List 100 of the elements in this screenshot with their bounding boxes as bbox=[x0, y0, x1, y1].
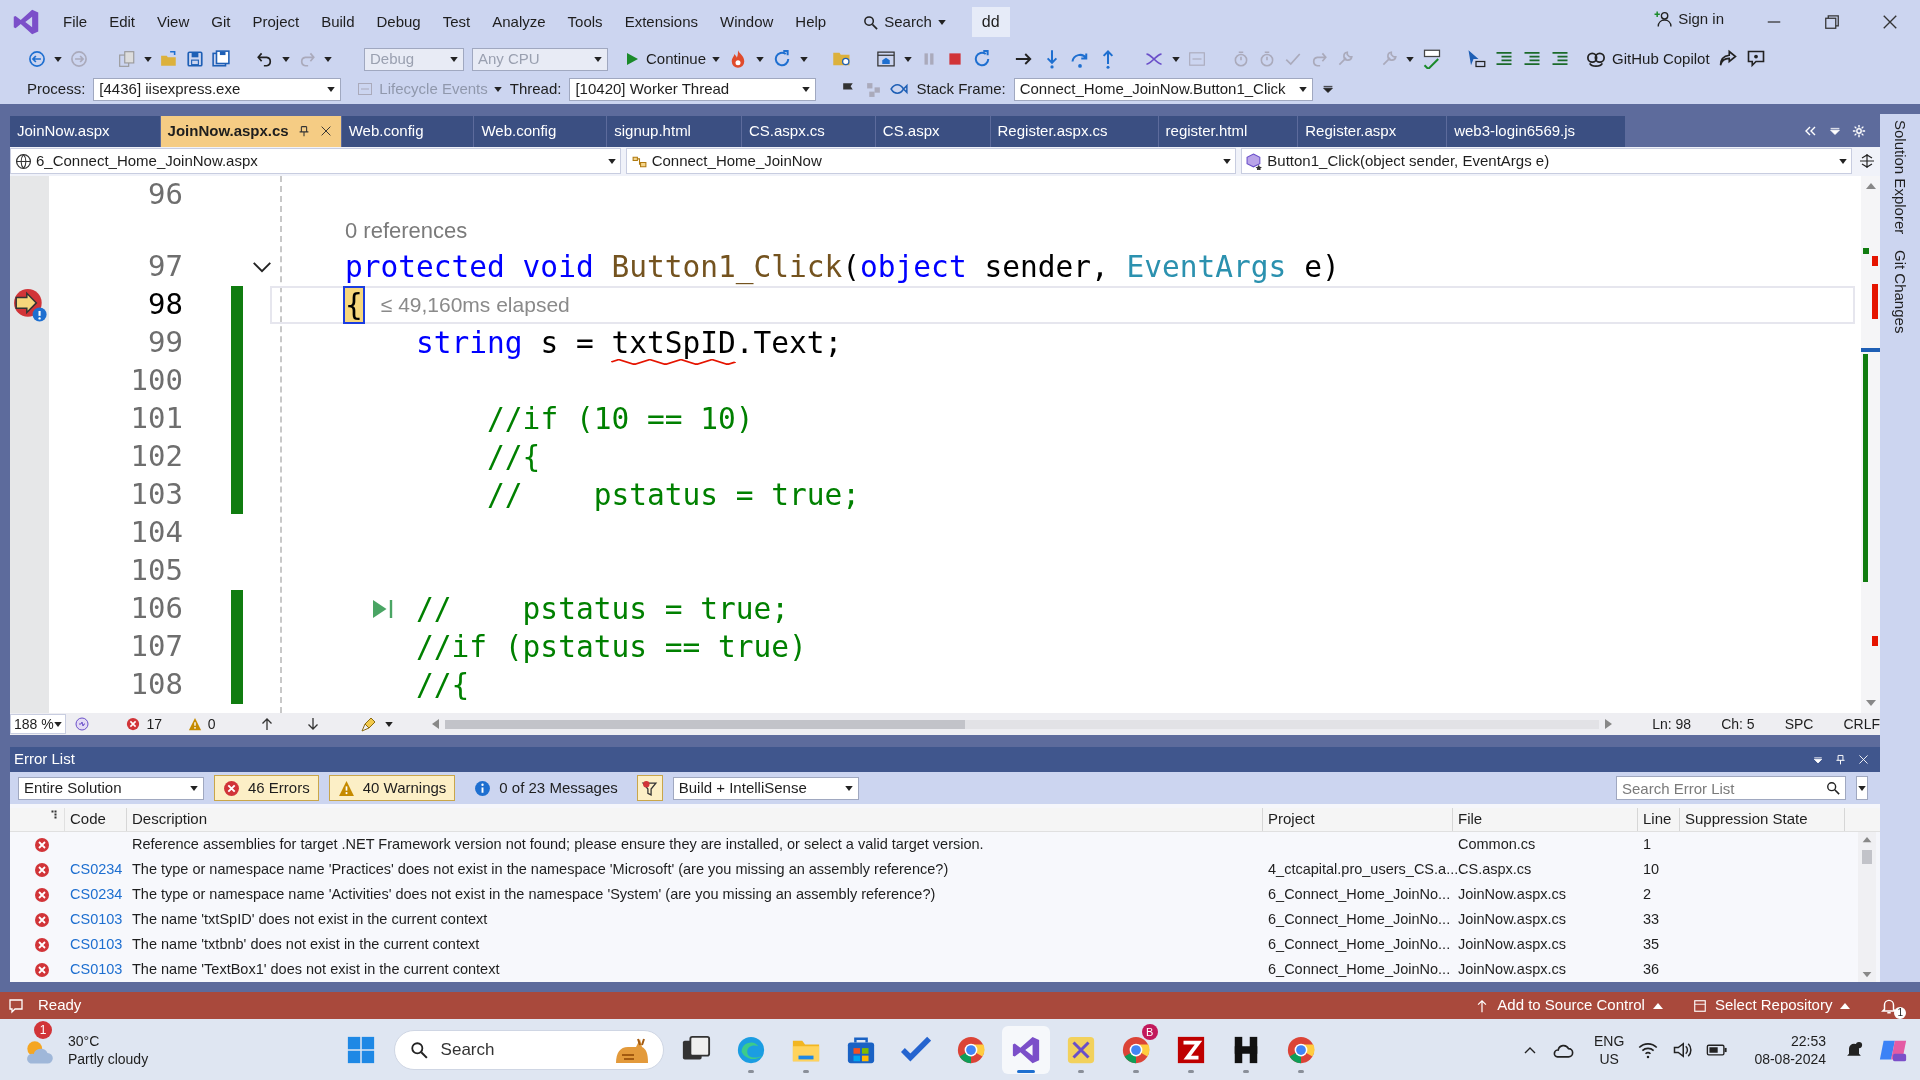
navigation-dropdown[interactable]: Connect_Home_JoinNow bbox=[625, 148, 1237, 175]
document-tab[interactable]: web3-login6569.js bbox=[1447, 115, 1626, 147]
menu-item[interactable]: View bbox=[146, 10, 201, 34]
column-indicator[interactable]: Ch: 5 bbox=[1721, 713, 1755, 735]
sign-in-button[interactable]: Sign in bbox=[1654, 7, 1724, 31]
close-icon[interactable] bbox=[1857, 753, 1870, 766]
thread-dropdown[interactable]: [10420] Worker Thread bbox=[569, 77, 817, 101]
codelens-link[interactable]: 0 references bbox=[345, 214, 468, 248]
menu-item[interactable]: Git bbox=[200, 10, 242, 34]
menu-item[interactable]: Debug bbox=[365, 10, 432, 34]
open-folder-icon[interactable] bbox=[160, 50, 178, 68]
caret-icon[interactable] bbox=[1172, 56, 1181, 62]
filter-toggle[interactable]: 40 Warnings bbox=[328, 775, 456, 801]
document-tab[interactable]: register.html bbox=[1158, 115, 1298, 147]
side-tab[interactable]: Solution Explorer bbox=[1888, 120, 1912, 235]
navigation-dropdown[interactable]: Button1_Click(object sender, EventArgs e) bbox=[1241, 148, 1852, 175]
error-code-link[interactable]: CS0103 bbox=[70, 910, 123, 927]
vertical-scrollbar[interactable] bbox=[1858, 832, 1876, 982]
repository-button[interactable]: Select Repository bbox=[1692, 994, 1851, 1017]
taskbar-search-field[interactable]: Search bbox=[393, 1029, 664, 1070]
menu-item[interactable]: Analyze bbox=[481, 10, 557, 34]
search-button[interactable]: Search bbox=[855, 8, 954, 36]
menu-item[interactable]: Build bbox=[310, 10, 366, 34]
restore-icon[interactable] bbox=[1822, 12, 1842, 32]
column-options-icon[interactable] bbox=[50, 810, 58, 819]
error-code-link[interactable]: CS0103 bbox=[70, 960, 123, 977]
document-tab[interactable]: CS.aspx bbox=[875, 115, 990, 147]
source-dropdown[interactable]: Build + IntelliSense bbox=[672, 776, 859, 800]
document-tab[interactable]: CS.aspx.cs bbox=[741, 115, 875, 147]
brush-icon[interactable] bbox=[360, 716, 377, 733]
scroll-up-icon[interactable] bbox=[1862, 836, 1872, 843]
caret-icon[interactable] bbox=[144, 56, 152, 62]
column-header[interactable]: Description bbox=[132, 808, 208, 831]
caret-icon[interactable] bbox=[324, 56, 332, 62]
document-tab[interactable]: Register.aspx bbox=[1298, 115, 1447, 147]
warning-count[interactable]: 0 bbox=[187, 713, 216, 735]
error-code-link[interactable]: CS0234 bbox=[70, 860, 123, 877]
feedback-icon[interactable] bbox=[1745, 49, 1766, 69]
menu-item[interactable]: Edit bbox=[98, 10, 147, 34]
document-tab[interactable]: Web.config bbox=[341, 115, 474, 147]
search-options-button[interactable] bbox=[1856, 776, 1868, 800]
caret-icon[interactable] bbox=[756, 56, 765, 62]
copilot-button[interactable]: GitHub Copilot bbox=[1586, 47, 1710, 71]
language-indicator[interactable]: ENG US bbox=[1594, 1031, 1625, 1068]
save-icon[interactable] bbox=[186, 50, 204, 68]
menu-item[interactable]: Test bbox=[431, 10, 482, 34]
clock[interactable]: 22:53 08-08-2024 bbox=[1754, 1031, 1826, 1068]
search-field[interactable]: Search Error List bbox=[1616, 776, 1846, 800]
caret-icon[interactable] bbox=[282, 56, 290, 62]
horizontal-scrollbar[interactable] bbox=[432, 719, 1613, 730]
health-icon[interactable] bbox=[73, 716, 90, 733]
caret-icon[interactable] bbox=[800, 56, 809, 62]
menu-item[interactable]: Extensions bbox=[613, 10, 709, 34]
filter-toggle[interactable]: 46 Errors bbox=[214, 775, 319, 801]
menu-item[interactable]: Tools bbox=[556, 10, 614, 34]
caret-icon[interactable] bbox=[384, 721, 393, 727]
error-code-link[interactable]: CS0103 bbox=[70, 935, 123, 952]
scope-dropdown[interactable]: Entire Solution bbox=[18, 776, 204, 800]
document-tab[interactable]: Register.aspx.cs bbox=[990, 115, 1158, 147]
column-header[interactable]: Line bbox=[1643, 808, 1672, 831]
navigation-dropdown[interactable]: 6_Connect_Home_JoinNow.aspx bbox=[10, 148, 621, 175]
profile-badge[interactable]: dd bbox=[971, 7, 1010, 37]
save-all-icon[interactable] bbox=[212, 50, 230, 68]
scroll-up-icon[interactable] bbox=[1865, 181, 1876, 190]
column-header[interactable]: Code bbox=[70, 808, 106, 831]
line-indicator[interactable]: Ln: 98 bbox=[1652, 713, 1692, 735]
document-tab[interactable]: signup.html bbox=[607, 115, 741, 147]
continue-button[interactable]: Continue bbox=[624, 47, 721, 71]
side-tab[interactable]: Git Changes bbox=[1888, 250, 1912, 334]
browser-icon[interactable] bbox=[876, 49, 897, 69]
back-icon[interactable] bbox=[28, 50, 46, 68]
document-tab[interactable]: JoinNow.aspx.cs bbox=[160, 115, 341, 147]
scroll-right-icon[interactable] bbox=[1605, 719, 1613, 730]
document-tab[interactable]: JoinNow.aspx bbox=[10, 115, 160, 147]
weather-condition[interactable]: Partly cloudy bbox=[68, 1049, 149, 1068]
menu-item[interactable]: Window bbox=[709, 10, 785, 34]
weather-temperature[interactable]: 30°C bbox=[68, 1031, 149, 1050]
stack-frame-dropdown[interactable]: Connect_Home_JoinNow.Button1_Click bbox=[1013, 77, 1313, 101]
scroll-down-icon[interactable] bbox=[1865, 699, 1876, 708]
caret-icon[interactable] bbox=[1406, 56, 1415, 62]
vertical-scrollbar[interactable] bbox=[1861, 175, 1880, 714]
menu-item[interactable]: File bbox=[52, 10, 99, 34]
split-icon[interactable] bbox=[1859, 153, 1875, 170]
spell-check-icon[interactable] bbox=[1422, 49, 1443, 69]
document-tab[interactable]: Web.config bbox=[474, 115, 607, 147]
scroll-left-icon[interactable] bbox=[432, 719, 440, 730]
filter-toggle[interactable]: 0 of 23 Messages bbox=[465, 775, 627, 801]
start-icon[interactable] bbox=[345, 1034, 376, 1065]
undo-icon[interactable] bbox=[256, 50, 274, 68]
project-filter-toggle[interactable] bbox=[636, 775, 663, 801]
comment-icon[interactable] bbox=[8, 997, 24, 1014]
whitespace-indicator[interactable]: SPC bbox=[1784, 713, 1814, 735]
pointer-icon[interactable] bbox=[1466, 49, 1487, 69]
taskbar-app[interactable]: B bbox=[1111, 1025, 1160, 1074]
process-dropdown[interactable]: [4436] iisexpress.exe bbox=[93, 77, 342, 101]
menu-item[interactable]: Help bbox=[784, 10, 838, 34]
settings-icon[interactable] bbox=[1852, 124, 1866, 139]
caret-icon[interactable] bbox=[904, 56, 913, 62]
caret-icon[interactable] bbox=[54, 56, 62, 62]
error-count[interactable]: 17 bbox=[126, 713, 163, 735]
